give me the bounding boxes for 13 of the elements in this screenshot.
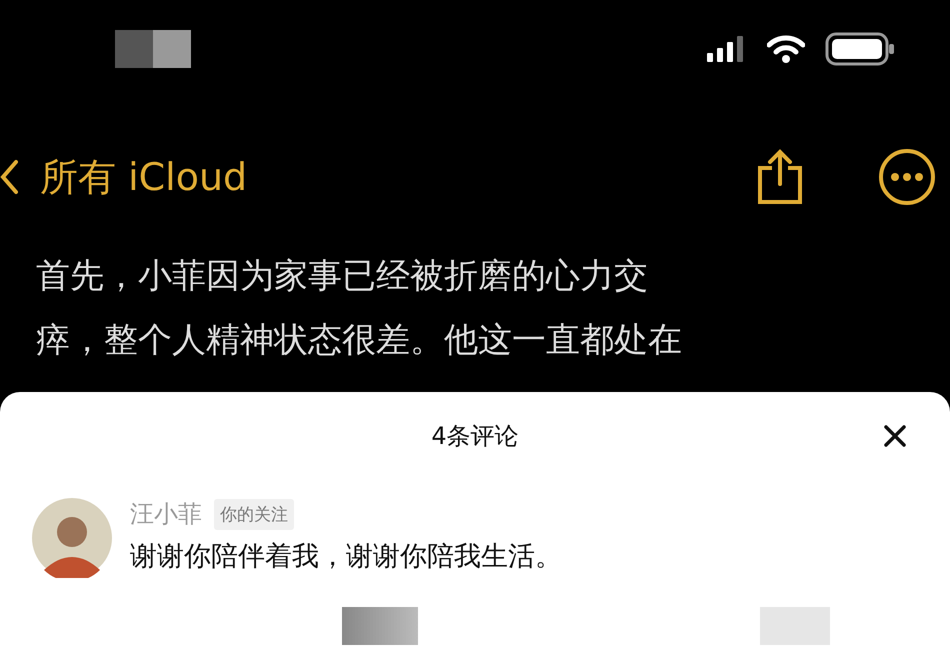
wifi-icon — [767, 35, 805, 63]
chevron-left-icon — [0, 159, 18, 195]
more-icon[interactable] — [878, 148, 936, 206]
avatar[interactable] — [32, 498, 112, 578]
battery-icon — [825, 32, 895, 66]
redaction-block — [760, 607, 830, 645]
note-text: 瘁，整个人精神状态很差。他这一直都处在 — [36, 319, 683, 362]
note-text: 首先，小菲因为家事已经被折磨的心力交 — [36, 255, 649, 298]
comment-text: 谢谢你陪伴着我，谢谢你陪我生活。 — [130, 540, 562, 574]
follow-tag: 你的关注 — [214, 498, 294, 530]
sheet-title: 4条评论 — [431, 421, 519, 452]
back-button[interactable]: 所有 iCloud — [0, 152, 248, 202]
close-icon[interactable] — [883, 424, 907, 448]
